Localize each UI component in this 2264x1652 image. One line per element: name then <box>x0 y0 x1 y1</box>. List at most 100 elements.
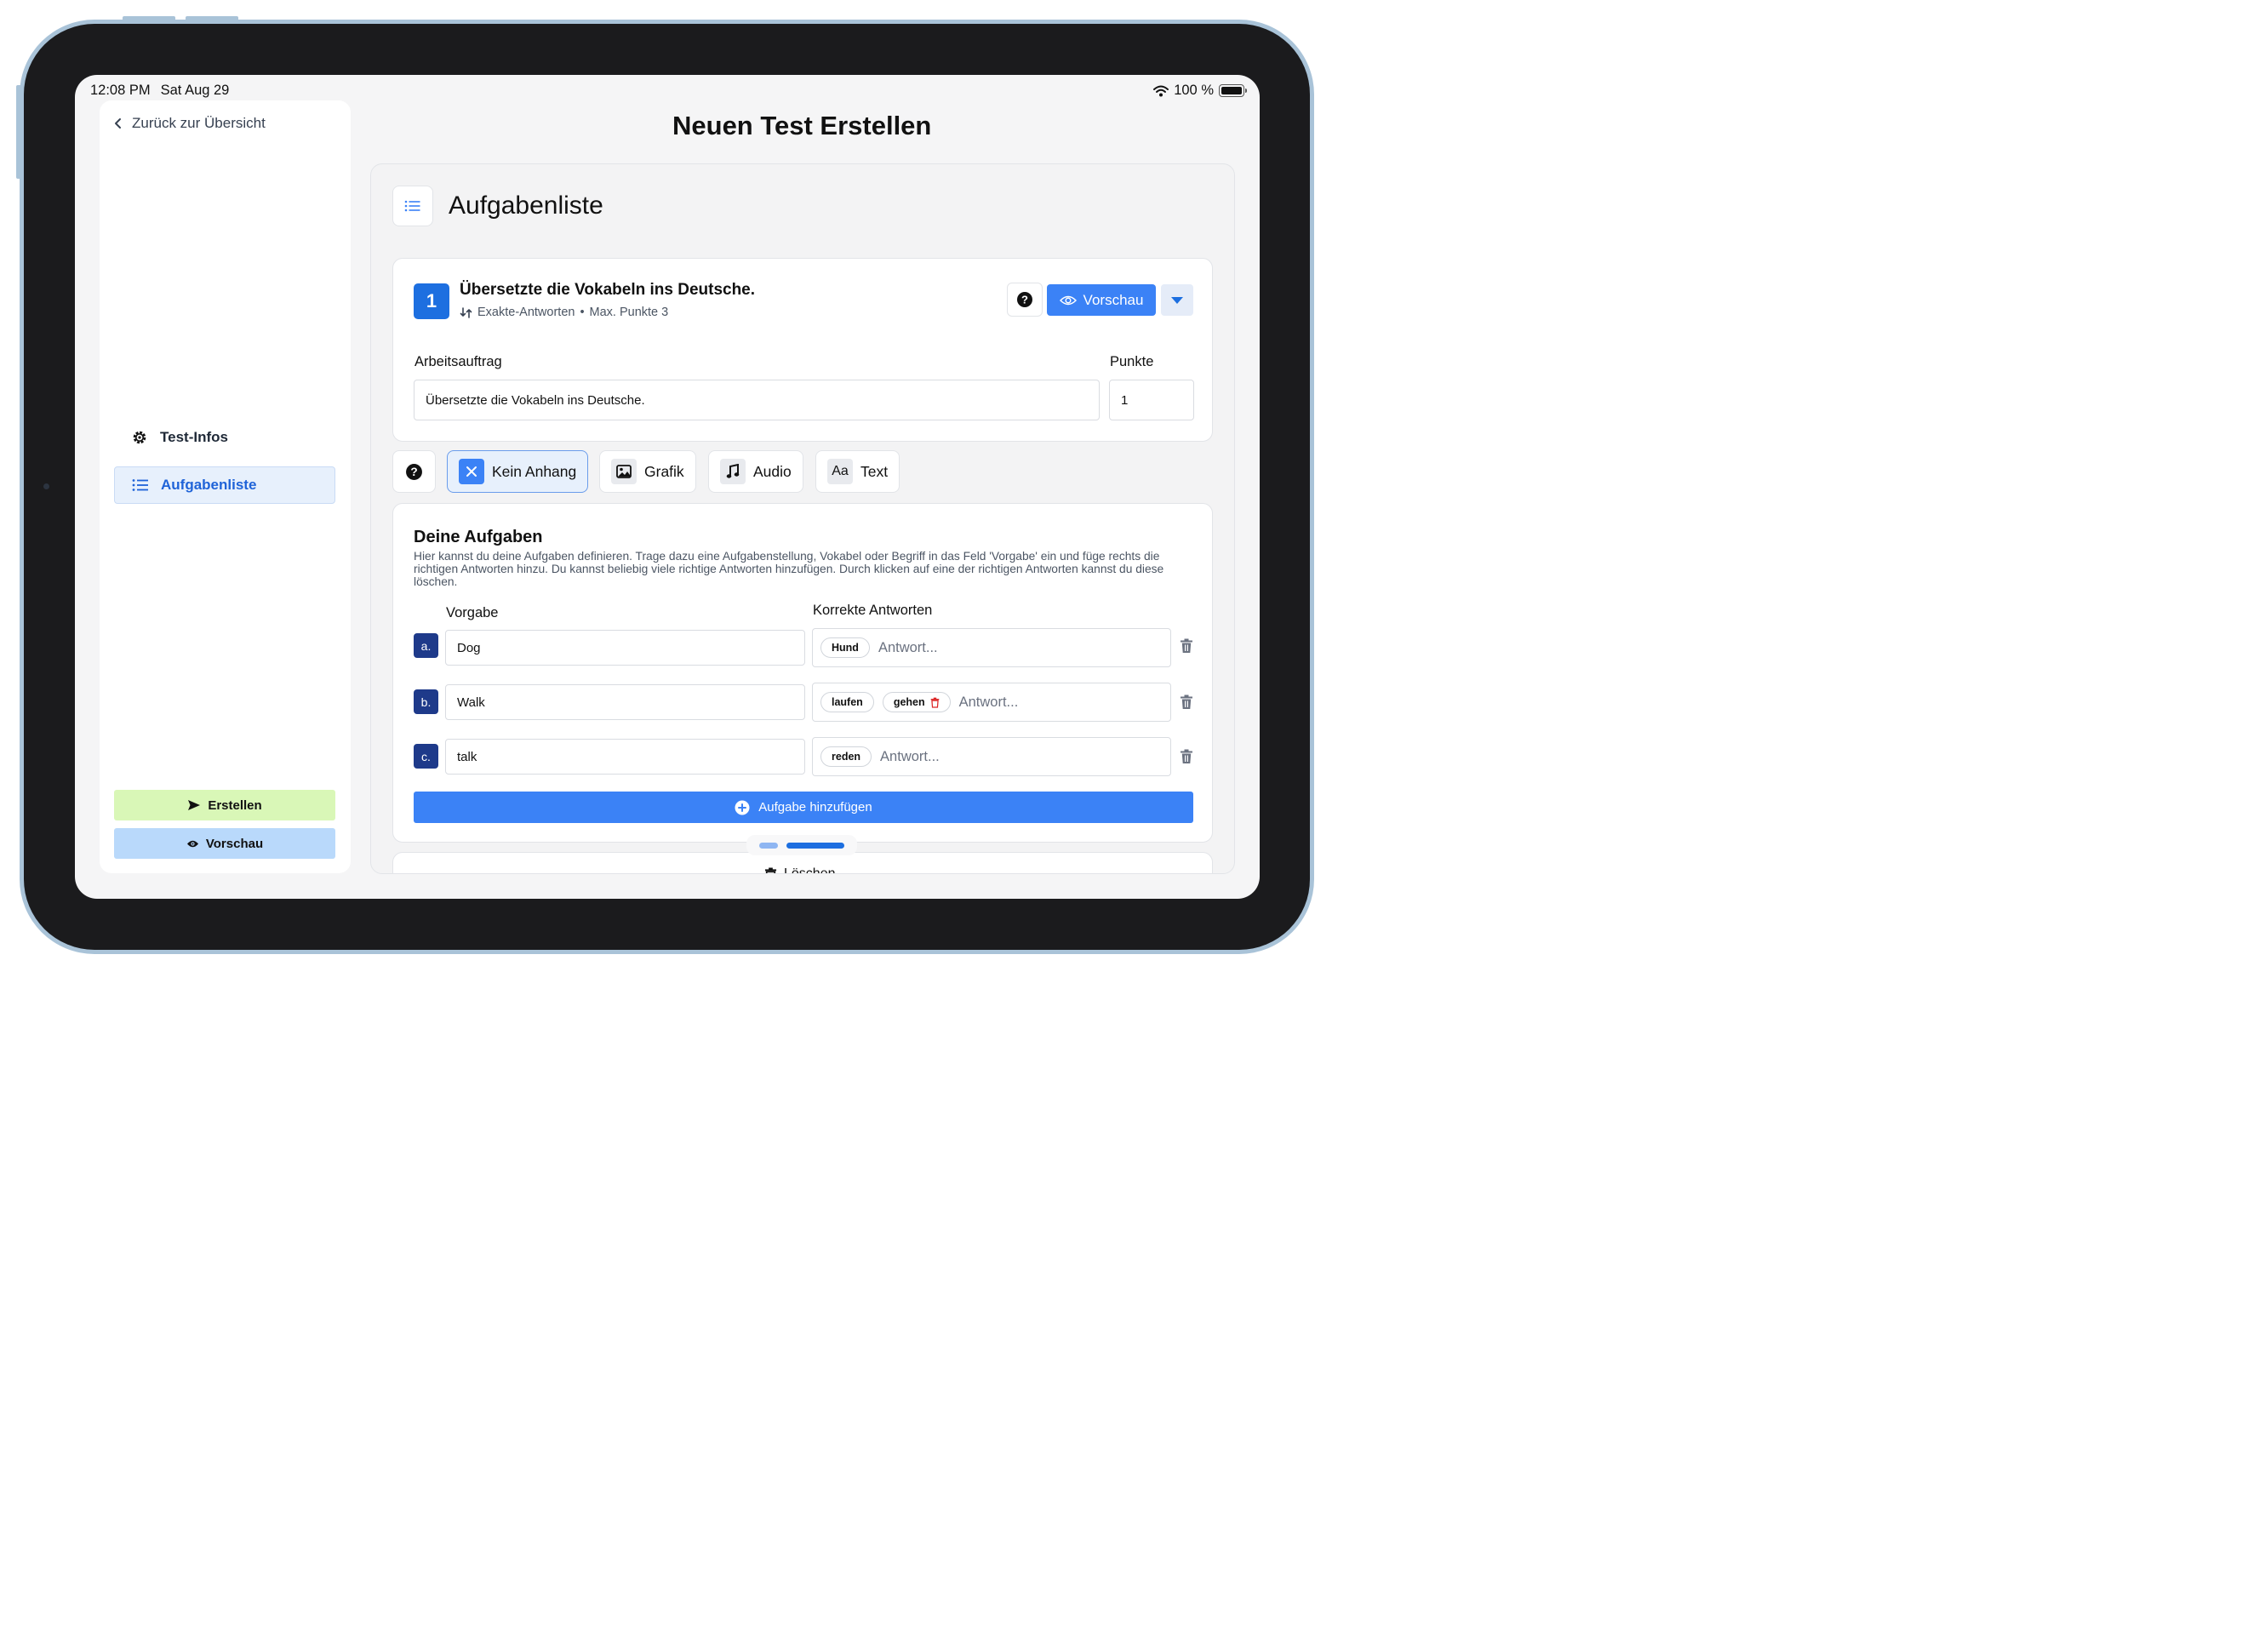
trash-icon[interactable] <box>1180 695 1193 710</box>
battery-icon <box>1219 84 1247 97</box>
answer-chip-label: Hund <box>832 642 859 654</box>
attachment-option-text[interactable]: Aa Text <box>815 450 900 493</box>
screen: 12:08 PM Sat Aug 29 100 % Zurück zur Übe… <box>75 75 1260 899</box>
eye-icon <box>186 840 198 847</box>
back-to-overview-link[interactable]: Zurück zur Übersicht <box>113 115 266 132</box>
row-letter-badge: b. <box>414 689 438 714</box>
chevron-left-icon <box>115 118 121 129</box>
add-task-label: Aufgabe hinzufügen <box>758 800 872 815</box>
assignment-label: Arbeitsauftrag <box>414 354 502 369</box>
answer-input-placeholder[interactable]: Antwort... <box>880 749 940 765</box>
page-indicator-dot <box>759 842 778 849</box>
attachment-help-button[interactable]: ? <box>392 450 436 493</box>
trash-icon[interactable] <box>1180 749 1193 764</box>
attachment-option-none[interactable]: Kein Anhang <box>447 450 589 493</box>
front-camera <box>43 483 49 489</box>
answer-chip[interactable]: laufen <box>820 692 874 712</box>
sidebar-preview-button[interactable]: Vorschau <box>114 828 335 859</box>
question-circle-icon: ? <box>406 463 422 480</box>
task-preview-button[interactable]: Vorschau <box>1047 284 1156 316</box>
status-date: Sat Aug 29 <box>160 83 230 98</box>
task-title: Übersetzte die Vokabeln ins Deutsche. <box>460 281 756 299</box>
task-number-badge: 1 <box>414 283 449 319</box>
task-card: 1 Übersetzte die Vokabeln ins Deutsche. … <box>392 258 1213 442</box>
swap-icon <box>460 306 472 318</box>
vorgabe-input[interactable]: Dog <box>445 630 805 666</box>
task-type: Exakte-Antworten <box>477 306 575 319</box>
svg-text:?: ? <box>1021 294 1028 306</box>
answer-input-placeholder[interactable]: Antwort... <box>959 695 1019 711</box>
answers-field[interactable]: reden Antwort... <box>812 737 1171 776</box>
column-header-answers: Korrekte Antworten <box>813 603 933 618</box>
close-icon <box>459 459 484 484</box>
meta-separator: • <box>580 306 585 319</box>
back-link-label: Zurück zur Übersicht <box>132 115 266 131</box>
attachment-option-label: Text <box>860 462 889 480</box>
list-icon <box>404 200 420 212</box>
task-max-points: Max. Punkte 3 <box>589 306 669 319</box>
answer-chip[interactable]: gehen <box>882 692 951 712</box>
aufgaben-heading: Deine Aufgaben <box>414 528 543 546</box>
attachment-option-label: Audio <box>753 462 792 480</box>
vorgabe-input[interactable]: Walk <box>445 684 805 720</box>
main-panel: Aufgabenliste 1 Übersetzte die Vokabeln … <box>370 163 1235 874</box>
status-bar-left: 12:08 PM Sat Aug 29 <box>90 83 229 99</box>
sidebar-item-label: Aufgabenliste <box>161 477 257 493</box>
answers-field[interactable]: Hund Antwort... <box>812 628 1171 667</box>
row-letter-badge: a. <box>414 633 438 658</box>
plus-circle-icon <box>735 800 750 815</box>
sidebar: Zurück zur Übersicht Test-Infos Aufgaben… <box>100 100 351 873</box>
task-help-button[interactable]: ? <box>1007 283 1043 317</box>
gear-icon <box>133 431 146 444</box>
status-bar-right: 100 % <box>1153 83 1247 99</box>
battery-percentage: 100 % <box>1174 83 1214 98</box>
answers-field[interactable]: laufen gehen Antwort... <box>812 683 1171 722</box>
aufgaben-card: Deine Aufgaben Hier kannst du deine Aufg… <box>392 503 1213 843</box>
answer-chip[interactable]: Hund <box>820 637 870 658</box>
attachment-option-label: Grafik <box>644 462 684 480</box>
image-icon <box>611 459 637 484</box>
trash-icon <box>764 867 777 873</box>
delete-task-button[interactable]: Löschen <box>764 866 836 874</box>
points-input[interactable]: 1 <box>1109 380 1194 420</box>
caret-down-icon <box>1171 296 1183 304</box>
task-options-dropdown[interactable] <box>1161 284 1193 316</box>
music-note-icon <box>720 459 746 484</box>
preview-button-label: Vorschau <box>1083 291 1144 308</box>
page-indicator <box>746 835 857 855</box>
text-format-icon: Aa <box>827 459 853 484</box>
send-icon <box>188 800 201 810</box>
list-icon <box>132 479 148 491</box>
points-label: Punkte <box>1110 354 1154 369</box>
section-icon-box <box>392 186 433 226</box>
attachment-option-label: Kein Anhang <box>492 462 577 480</box>
attachment-option-audio[interactable]: Audio <box>708 450 803 493</box>
trash-icon[interactable] <box>930 697 940 708</box>
sidebar-item-label: Test-Infos <box>160 429 228 445</box>
eye-icon <box>1059 295 1077 305</box>
answer-chip-label: gehen <box>893 696 925 708</box>
sidebar-item-aufgabenliste[interactable]: Aufgabenliste <box>114 466 335 504</box>
page-title: Neuen Test Erstellen <box>672 111 932 140</box>
page-indicator-dot-active <box>786 842 844 849</box>
section-title: Aufgabenliste <box>449 191 603 220</box>
wifi-icon <box>1153 85 1169 96</box>
row-letter-badge: c. <box>414 744 438 769</box>
answer-chip-label: laufen <box>832 696 863 708</box>
aufgaben-description: Hier kannst du deine Aufgaben definieren… <box>414 550 1164 588</box>
svg-text:?: ? <box>410 466 417 478</box>
attachment-option-grafik[interactable]: Grafik <box>599 450 696 493</box>
status-time: 12:08 PM <box>90 83 151 98</box>
sidebar-item-test-infos[interactable]: Test-Infos <box>114 419 335 456</box>
vorgabe-input[interactable]: talk <box>445 739 805 775</box>
trash-icon[interactable] <box>1180 638 1193 654</box>
preview-button-label: Vorschau <box>205 836 264 851</box>
question-circle-icon: ? <box>1017 292 1032 307</box>
delete-label: Löschen <box>784 866 836 874</box>
answer-chip[interactable]: reden <box>820 746 872 767</box>
add-task-button[interactable]: Aufgabe hinzufügen <box>414 792 1193 823</box>
answer-chip-label: reden <box>832 751 861 763</box>
create-button[interactable]: Erstellen <box>114 790 335 820</box>
answer-input-placeholder[interactable]: Antwort... <box>878 640 938 656</box>
assignment-input[interactable]: Übersetzte die Vokabeln ins Deutsche. <box>414 380 1100 420</box>
